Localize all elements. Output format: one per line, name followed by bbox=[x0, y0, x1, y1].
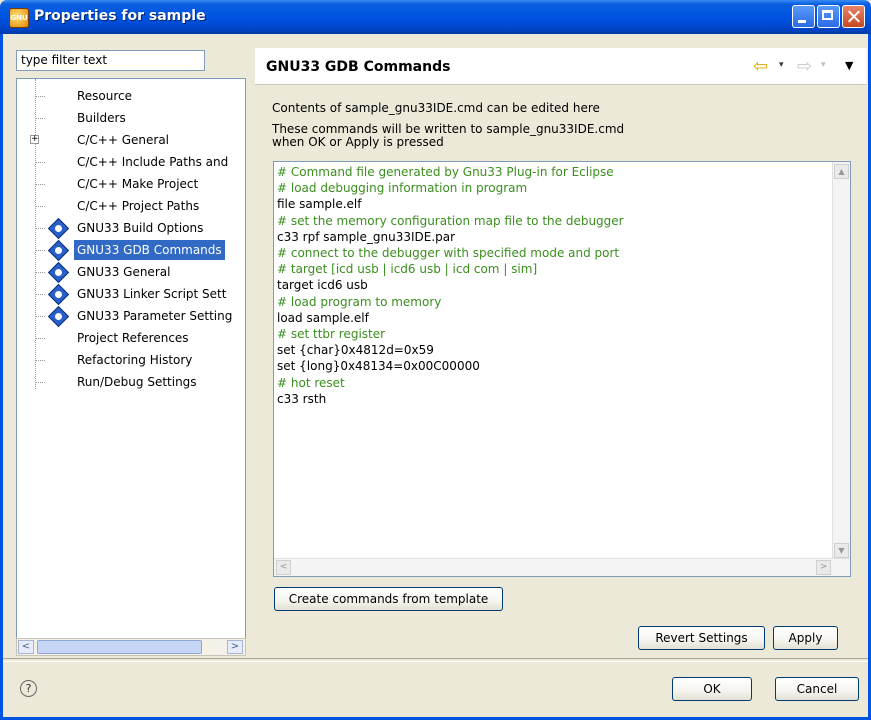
scroll-down-button[interactable]: ▼ bbox=[834, 543, 849, 558]
tree-connector bbox=[35, 162, 45, 164]
tree-item-label: C/C++ Include Paths and bbox=[77, 155, 229, 169]
tree-item-label: GNU33 Build Options bbox=[77, 221, 204, 235]
tree-item-label: C/C++ General bbox=[77, 133, 170, 147]
tree-connector bbox=[35, 228, 45, 230]
editor-scroll-right-button[interactable]: > bbox=[816, 560, 831, 575]
scroll-left-button[interactable]: < bbox=[18, 640, 34, 654]
tree-connector bbox=[35, 338, 45, 340]
tree-connector bbox=[35, 184, 45, 186]
expand-icon[interactable]: + bbox=[30, 135, 39, 144]
maximize-button[interactable] bbox=[817, 5, 840, 28]
page-header: GNU33 GDB Commands ⇦ ▾ ⇨ ▾ ▼ bbox=[255, 48, 867, 85]
tree-guide-line bbox=[35, 79, 36, 389]
gnu-plugin-icon bbox=[47, 283, 70, 306]
page-panel: GNU33 GDB Commands ⇦ ▾ ⇨ ▾ ▼ Contents of… bbox=[255, 48, 867, 658]
description-line-2b: when OK or Apply is pressed bbox=[272, 135, 444, 149]
tree-connector bbox=[35, 250, 45, 252]
commands-editor[interactable]: # Command file generated by Gnu33 Plug-i… bbox=[273, 161, 851, 577]
tree-connector bbox=[35, 272, 45, 274]
editor-line: set {char}0x4812d=0x59 bbox=[277, 343, 434, 358]
page-title: GNU33 GDB Commands bbox=[266, 59, 451, 75]
tree-item-label: GNU33 General bbox=[77, 265, 171, 279]
editor-line: # load program to memory bbox=[277, 294, 442, 309]
tree-connector bbox=[35, 206, 45, 208]
editor-line: load sample.elf bbox=[277, 310, 369, 325]
scroll-thumb[interactable] bbox=[37, 640, 202, 654]
description-line-2: These commands will be written to sample… bbox=[272, 123, 624, 149]
editor-line: # set ttbr register bbox=[277, 327, 386, 342]
scroll-up-button[interactable]: ▲ bbox=[834, 164, 849, 179]
gnu-plugin-icon bbox=[47, 217, 70, 240]
view-menu-icon[interactable]: ▼ bbox=[845, 59, 853, 72]
scroll-right-button[interactable]: > bbox=[227, 640, 243, 654]
editor-line: # Command file generated by Gnu33 Plug-i… bbox=[277, 165, 614, 179]
ok-button[interactable]: OK bbox=[672, 677, 752, 701]
title-bar: GNU Properties for sample bbox=[0, 0, 871, 34]
tree-item-label: C/C++ Project Paths bbox=[77, 199, 200, 213]
editor-line: # target [icd usb | icd6 usb | icd com |… bbox=[277, 262, 538, 277]
tree-item-label: GNU33 Parameter Setting bbox=[77, 309, 233, 323]
description-line-1: Contents of sample_gnu33IDE.cmd can be e… bbox=[272, 101, 600, 115]
editor-horizontal-scrollbar[interactable]: < > bbox=[274, 558, 850, 576]
tree-item-label: Resource bbox=[77, 89, 133, 103]
close-button[interactable] bbox=[842, 5, 865, 28]
tree-connector bbox=[35, 316, 45, 318]
tree-connector bbox=[35, 118, 45, 120]
back-dropdown-icon[interactable]: ▾ bbox=[779, 60, 784, 70]
editor-scroll-left-button[interactable]: < bbox=[276, 560, 291, 575]
tree-connector bbox=[35, 294, 45, 296]
tree-item-label: C/C++ Make Project bbox=[77, 177, 199, 191]
tree-item-label: GNU33 GDB Commands bbox=[74, 240, 225, 260]
footer-separator bbox=[3, 658, 868, 662]
window-title: Properties for sample bbox=[34, 8, 206, 24]
tree-connector bbox=[35, 360, 45, 362]
tree-item-label: Run/Debug Settings bbox=[77, 375, 197, 389]
editor-vertical-scrollbar[interactable]: ▲ ▼ bbox=[832, 162, 850, 560]
gnu-plugin-icon bbox=[47, 305, 70, 328]
tree-connector bbox=[35, 382, 45, 384]
help-icon[interactable]: ? bbox=[20, 680, 37, 697]
create-from-template-button[interactable]: Create commands from template bbox=[274, 587, 503, 611]
editor-line: c33 rsth bbox=[277, 391, 327, 406]
editor-line: # connect to the debugger with specified… bbox=[277, 246, 620, 261]
editor-line: # set the memory configuration map file … bbox=[277, 213, 624, 228]
filter-input[interactable]: type filter text bbox=[16, 50, 205, 71]
revert-settings-button[interactable]: Revert Settings bbox=[638, 626, 765, 650]
tree-item-label: Project References bbox=[77, 331, 189, 345]
tree-item-label: Refactoring History bbox=[77, 353, 193, 367]
back-arrow-icon[interactable]: ⇦ bbox=[753, 56, 768, 77]
editor-line: file sample.elf bbox=[277, 197, 362, 212]
editor-line: # load debugging information in program bbox=[277, 181, 528, 196]
editor-line: target icd6 usb bbox=[277, 278, 368, 293]
gnu-plugin-icon bbox=[47, 239, 70, 262]
tree-item-label: Builders bbox=[77, 111, 126, 125]
editor-content[interactable]: # Command file generated by Gnu33 Plug-i… bbox=[277, 164, 624, 407]
tree-horizontal-scrollbar[interactable]: < > bbox=[16, 638, 246, 656]
app-icon: GNU bbox=[9, 8, 29, 28]
editor-line: c33 rpf sample_gnu33IDE.par bbox=[277, 229, 456, 244]
forward-arrow-icon[interactable]: ⇨ bbox=[797, 56, 812, 77]
cancel-button[interactable]: Cancel bbox=[775, 677, 859, 701]
tree-connector bbox=[35, 96, 45, 98]
forward-dropdown-icon[interactable]: ▾ bbox=[821, 60, 826, 70]
editor-line: set {long}0x48134=0x00C00000 bbox=[277, 359, 480, 374]
property-tree: Resource Builders + C/C++ General C/C++ Incl… bbox=[16, 78, 246, 648]
minimize-button[interactable] bbox=[792, 5, 815, 28]
editor-line: # hot reset bbox=[277, 375, 345, 390]
tree-item-label: GNU33 Linker Script Sett bbox=[77, 287, 227, 301]
apply-button[interactable]: Apply bbox=[773, 626, 838, 650]
gnu-plugin-icon bbox=[47, 261, 70, 284]
